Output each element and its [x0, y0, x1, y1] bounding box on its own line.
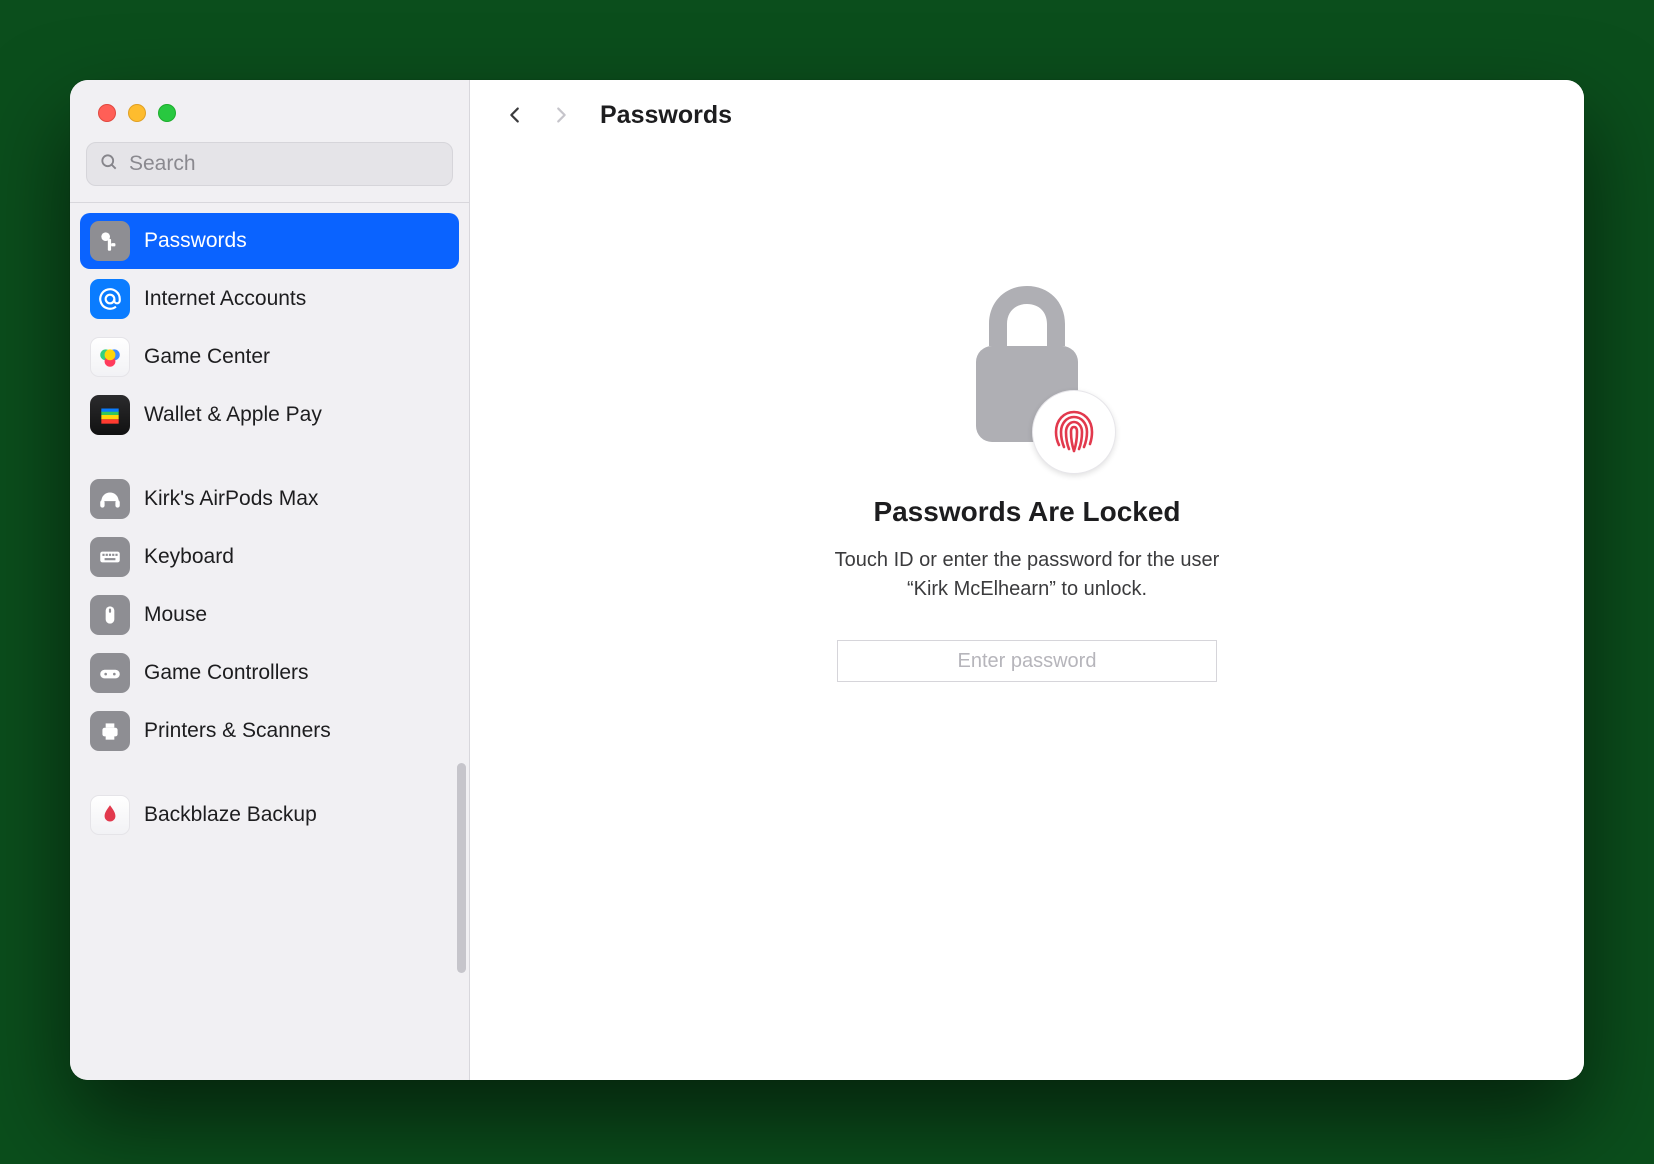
sidebar-item-label: Internet Accounts [144, 287, 306, 311]
locked-state: Passwords Are Locked Touch ID or enter t… [835, 280, 1220, 682]
locked-subtitle: Touch ID or enter the password for the u… [835, 546, 1220, 604]
minimize-window-button[interactable] [128, 104, 146, 122]
touchid-icon [1032, 390, 1116, 474]
locked-subtitle-line1: Touch ID or enter the password for the u… [835, 549, 1220, 571]
sidebar-item-game-controllers[interactable]: Game Controllers [80, 645, 459, 701]
nav-arrows [494, 94, 582, 136]
page-title: Passwords [600, 101, 732, 130]
sidebar-item-label: Printers & Scanners [144, 719, 331, 743]
sidebar-item-label: Passwords [144, 229, 247, 253]
sidebar-item-keyboard[interactable]: Keyboard [80, 529, 459, 585]
forward-button[interactable] [540, 94, 582, 136]
backblaze-icon [90, 795, 130, 835]
keyboard-icon [90, 537, 130, 577]
sidebar-group-gap [80, 445, 459, 469]
sidebar-item-label: Game Controllers [144, 661, 309, 685]
sidebar-item-wallet-apple-pay[interactable]: Wallet & Apple Pay [80, 387, 459, 443]
sidebar-item-airpods-max[interactable]: Kirk's AirPods Max [80, 471, 459, 527]
at-icon [90, 279, 130, 319]
sidebar-item-label: Wallet & Apple Pay [144, 403, 322, 427]
search-field[interactable] [86, 142, 453, 186]
mouse-icon [90, 595, 130, 635]
sidebar-item-backblaze-backup[interactable]: Backblaze Backup [80, 787, 459, 843]
locked-subtitle-line2: “Kirk McElhearn” to unlock. [907, 578, 1147, 600]
password-field-wrap[interactable] [837, 640, 1217, 682]
toolbar: Passwords [470, 80, 1584, 150]
lock-illustration [942, 280, 1112, 470]
search-input[interactable] [129, 152, 440, 176]
window-controls [70, 80, 469, 122]
search-wrap [70, 122, 469, 200]
printer-icon [90, 711, 130, 751]
headphones-icon [90, 479, 130, 519]
wallet-icon [90, 395, 130, 435]
gamecenter-icon [90, 337, 130, 377]
sidebar-item-mouse[interactable]: Mouse [80, 587, 459, 643]
sidebar-item-internet-accounts[interactable]: Internet Accounts [80, 271, 459, 327]
main-pane: Passwords [470, 80, 1584, 1080]
sidebar-item-printers-scanners[interactable]: Printers & Scanners [80, 703, 459, 759]
zoom-window-button[interactable] [158, 104, 176, 122]
settings-window: Passwords Internet Accounts Game Center [70, 80, 1584, 1080]
content: Passwords Are Locked Touch ID or enter t… [470, 150, 1584, 1080]
key-icon [90, 221, 130, 261]
gamepad-icon [90, 653, 130, 693]
sidebar-item-passwords[interactable]: Passwords [80, 213, 459, 269]
sidebar-item-label: Backblaze Backup [144, 803, 317, 827]
sidebar: Passwords Internet Accounts Game Center [70, 80, 470, 1080]
sidebar-nav: Passwords Internet Accounts Game Center [70, 203, 469, 1080]
password-input[interactable] [838, 641, 1216, 681]
sidebar-item-label: Mouse [144, 603, 207, 627]
locked-heading: Passwords Are Locked [873, 496, 1180, 528]
sidebar-item-game-center[interactable]: Game Center [80, 329, 459, 385]
back-button[interactable] [494, 94, 536, 136]
close-window-button[interactable] [98, 104, 116, 122]
sidebar-scrollbar[interactable] [457, 763, 466, 973]
sidebar-item-label: Game Center [144, 345, 270, 369]
sidebar-item-label: Keyboard [144, 545, 234, 569]
sidebar-item-label: Kirk's AirPods Max [144, 487, 318, 511]
search-icon [99, 152, 119, 177]
sidebar-group-gap [80, 761, 459, 785]
